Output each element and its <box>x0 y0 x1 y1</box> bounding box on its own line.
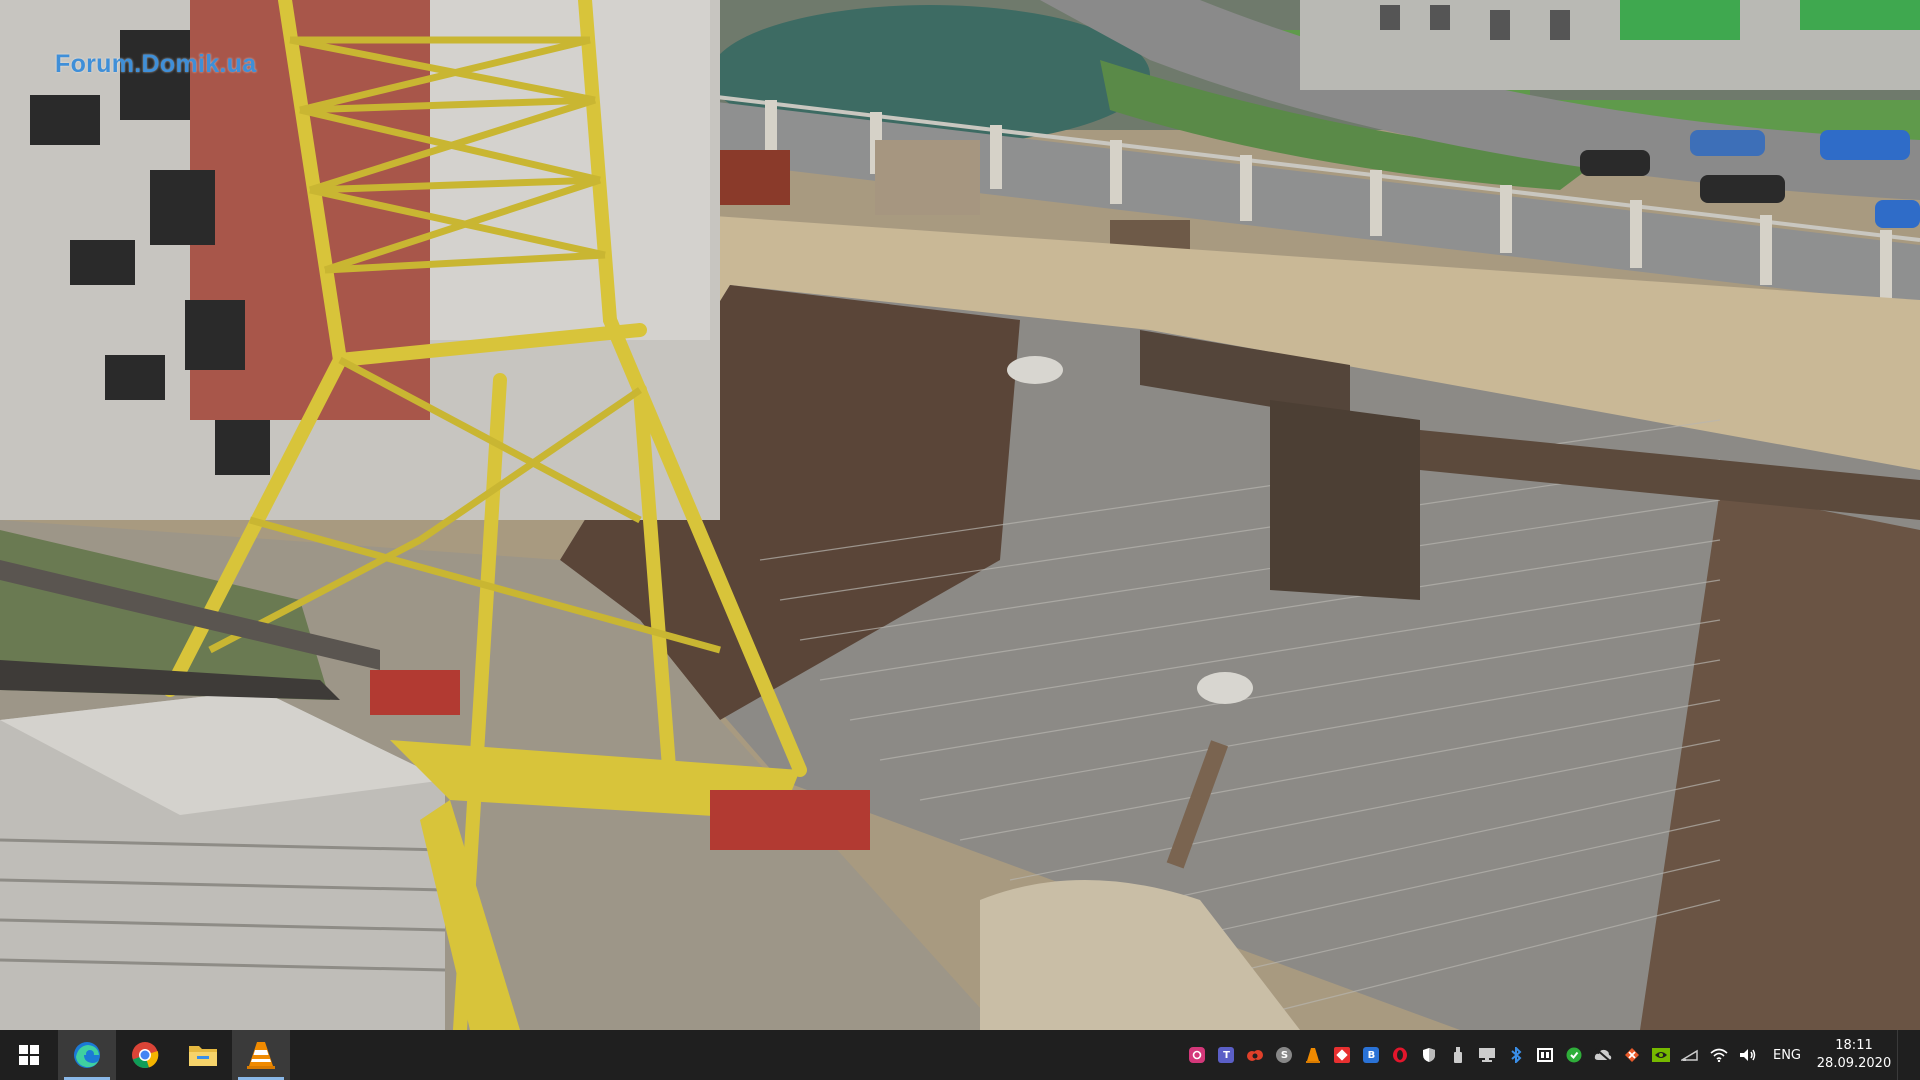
instagram-icon <box>1189 1047 1206 1063</box>
green-sync-icon <box>1566 1047 1582 1063</box>
windows-start-icon <box>19 1045 39 1065</box>
tray-monitor-icon[interactable] <box>1473 1030 1502 1080</box>
tray-battery-icon[interactable] <box>1676 1030 1705 1080</box>
tray-cloud-offline-icon[interactable] <box>1589 1030 1618 1080</box>
bluetooth-icon <box>1511 1047 1522 1063</box>
tray-instagram-icon[interactable] <box>1183 1030 1212 1080</box>
tray-usb-drive-icon[interactable] <box>1444 1030 1473 1080</box>
cloud-offline-icon <box>1595 1048 1612 1062</box>
tray-skype-icon[interactable]: S <box>1270 1030 1299 1080</box>
taskbar: T S B ENG 18:11 28.09.2020 <box>0 1030 1920 1080</box>
wallpaper-photo <box>0 0 1920 1030</box>
taskbar-app-edge[interactable] <box>58 1030 116 1080</box>
volume-icon <box>1740 1049 1756 1061</box>
taskbar-clock[interactable]: 18:11 28.09.2020 <box>1811 1030 1897 1080</box>
clock-date: 28.09.2020 <box>1816 1056 1892 1071</box>
taskbar-app-file-explorer[interactable] <box>174 1030 232 1080</box>
taskbar-app-chrome[interactable] <box>116 1030 174 1080</box>
tray-volume-icon[interactable] <box>1734 1030 1763 1080</box>
nvidia-icon <box>1652 1048 1671 1062</box>
input-language-indicator[interactable]: ENG <box>1763 1030 1811 1080</box>
tray-teams-icon[interactable]: T <box>1212 1030 1241 1080</box>
anydesk-icon <box>1334 1047 1351 1063</box>
opera-icon <box>1393 1047 1408 1063</box>
tray-bluetooth-icon[interactable] <box>1502 1030 1531 1080</box>
monitor-icon <box>1479 1048 1496 1062</box>
show-desktop-button[interactable] <box>1897 1030 1920 1080</box>
usb-drive-icon <box>1454 1047 1463 1063</box>
tray-network-x-icon[interactable] <box>1618 1030 1647 1080</box>
battery-icon <box>1681 1049 1699 1061</box>
tray-green-sync-icon[interactable] <box>1560 1030 1589 1080</box>
vlc-cone-icon <box>247 1042 275 1069</box>
wifi-icon <box>1710 1048 1729 1062</box>
bitwarden-icon: B <box>1363 1047 1380 1063</box>
tray-bitwarden-icon[interactable]: B <box>1357 1030 1386 1080</box>
tray-cloud-sync-icon[interactable] <box>1241 1030 1270 1080</box>
network-x-icon <box>1625 1048 1640 1062</box>
start-button[interactable] <box>0 1030 58 1080</box>
skype-icon: S <box>1276 1047 1293 1063</box>
watermark-text: Forum.Domik.ua <box>55 50 257 78</box>
tray-security-shield-icon[interactable] <box>1415 1030 1444 1080</box>
tray-wifi-icon[interactable] <box>1705 1030 1734 1080</box>
vlc-tray-icon <box>1306 1048 1321 1063</box>
clock-time: 18:11 <box>1835 1038 1873 1053</box>
teams-icon: T <box>1218 1047 1235 1063</box>
display-switch-icon <box>1537 1048 1554 1062</box>
tray-anydesk-icon[interactable] <box>1328 1030 1357 1080</box>
folder-icon <box>189 1046 217 1066</box>
tray-opera-icon[interactable] <box>1386 1030 1415 1080</box>
security-shield-icon <box>1423 1048 1436 1062</box>
taskbar-app-vlc[interactable] <box>232 1030 290 1080</box>
chrome-icon <box>132 1042 159 1069</box>
tray-display-switch-icon[interactable] <box>1531 1030 1560 1080</box>
desktop-wallpaper: Forum.Domik.ua <box>0 0 1920 1030</box>
cloud-sync-icon <box>1247 1050 1264 1061</box>
tray-nvidia-icon[interactable] <box>1647 1030 1676 1080</box>
system-tray: T S B <box>1183 1030 1763 1080</box>
tray-vlc-icon[interactable] <box>1299 1030 1328 1080</box>
edge-icon <box>74 1042 100 1068</box>
